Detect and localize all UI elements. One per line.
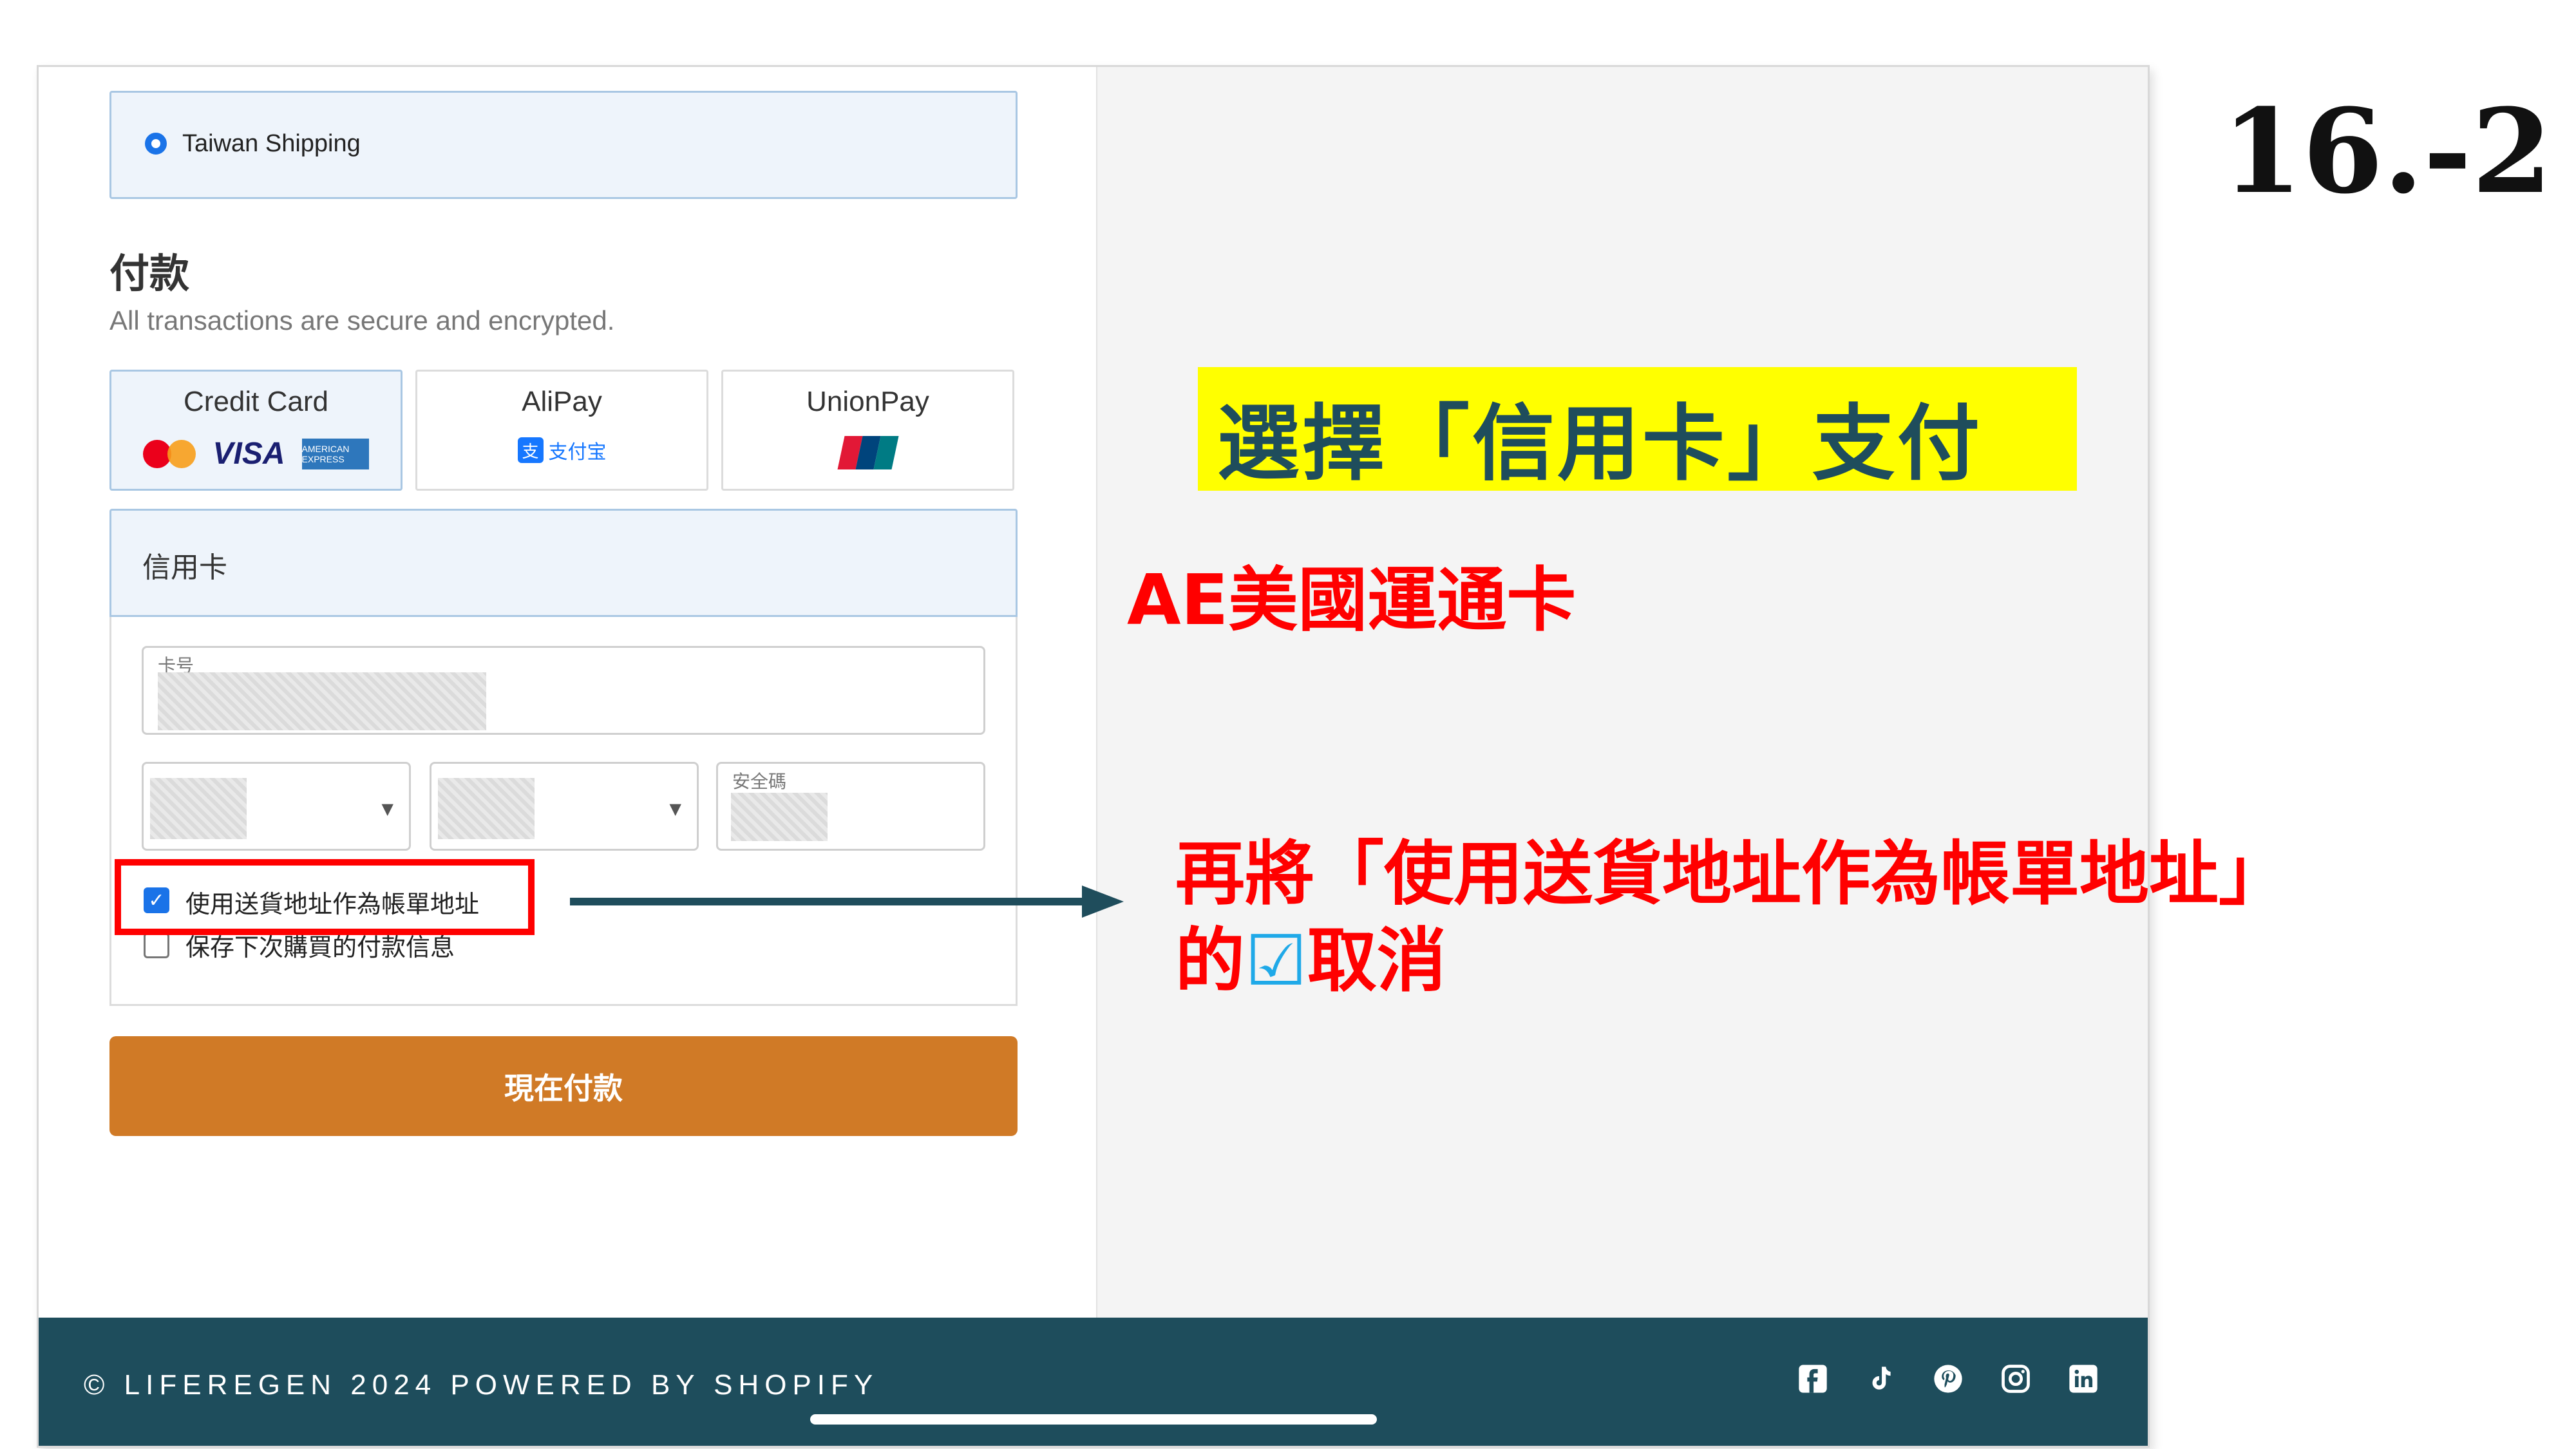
facebook-icon[interactable] bbox=[1794, 1359, 1832, 1398]
order-summary-panel bbox=[1096, 67, 2148, 1318]
payment-subtitle: All transactions are secure and encrypte… bbox=[109, 305, 615, 336]
credit-card-header-label: 信用卡 bbox=[142, 551, 227, 584]
annotation-ae: AE美國運通卡 bbox=[1127, 560, 1577, 641]
redacted-year bbox=[438, 778, 535, 839]
method-alipay[interactable]: AliPay 支 支付宝 bbox=[415, 370, 708, 491]
pay-now-button[interactable]: 現在付款 bbox=[109, 1036, 1018, 1136]
checkout-form: Taiwan Shipping 付款 All transactions are … bbox=[39, 67, 1096, 1318]
visa-icon: VISA bbox=[213, 437, 285, 471]
security-code-field[interactable]: 安全碼 bbox=[716, 762, 985, 851]
method-label: AliPay bbox=[522, 386, 602, 417]
credit-card-form: 卡号 ▼ ▼ 安全碼 ✓ 使用送貨地址作為帳單地址 保存下次購買的付款信息 bbox=[109, 617, 1018, 1006]
footer: © LIFEREGEN 2024 POWERED BY SHOPIFY bbox=[39, 1318, 2148, 1446]
expiry-year-select[interactable]: ▼ bbox=[430, 762, 699, 851]
redacted-card-number bbox=[158, 672, 486, 730]
method-credit-card[interactable]: Credit Card VISA AMERICAN EXPRESS bbox=[109, 370, 402, 491]
checkout-screenshot: Taiwan Shipping 付款 All transactions are … bbox=[37, 65, 2150, 1448]
method-label: Credit Card bbox=[184, 386, 328, 417]
redacted-month bbox=[150, 778, 247, 839]
shipping-option-label: Taiwan Shipping bbox=[182, 130, 361, 157]
unionpay-icon bbox=[837, 436, 899, 469]
shipping-radio[interactable] bbox=[145, 133, 167, 155]
linkedin-icon[interactable] bbox=[2064, 1359, 2103, 1398]
instagram-icon[interactable] bbox=[1996, 1359, 2035, 1398]
redacted-security-code bbox=[731, 793, 828, 841]
checkbox-icon: ☑ bbox=[1245, 921, 1307, 1001]
annotation-note-line2: 的☑取消 bbox=[1175, 921, 1446, 1001]
amex-icon: AMERICAN EXPRESS bbox=[301, 438, 369, 469]
save-payment-checkbox[interactable] bbox=[144, 933, 169, 958]
payment-title: 付款 bbox=[109, 250, 190, 297]
credit-card-header: 信用卡 bbox=[109, 509, 1018, 617]
shipping-option[interactable]: Taiwan Shipping bbox=[109, 91, 1018, 199]
chevron-down-icon: ▼ bbox=[669, 800, 681, 818]
annotation-highlight: 選擇「信用卡」支付 bbox=[1217, 396, 1983, 492]
mastercard-icon bbox=[143, 439, 196, 468]
method-unionpay[interactable]: UnionPay bbox=[721, 370, 1014, 491]
home-indicator bbox=[810, 1414, 1377, 1425]
annotation-red-box bbox=[115, 859, 535, 935]
tiktok-icon[interactable] bbox=[1861, 1359, 1900, 1398]
slide-number: 16.-2 bbox=[2222, 84, 2553, 220]
pinterest-icon[interactable] bbox=[1929, 1359, 1967, 1398]
security-code-label: 安全碼 bbox=[732, 771, 787, 792]
expiry-month-select[interactable]: ▼ bbox=[142, 762, 411, 851]
alipay-icon: 支 支付宝 bbox=[517, 436, 607, 464]
card-number-field[interactable]: 卡号 bbox=[142, 646, 985, 735]
annotation-note-line1: 再將「使用送貨地址作為帳單地址」 bbox=[1175, 834, 2289, 914]
method-label: UnionPay bbox=[806, 386, 929, 417]
footer-copyright: © LIFEREGEN 2024 POWERED BY SHOPIFY bbox=[84, 1369, 879, 1401]
annotation-arrow bbox=[570, 886, 1124, 918]
chevron-down-icon: ▼ bbox=[381, 800, 393, 818]
